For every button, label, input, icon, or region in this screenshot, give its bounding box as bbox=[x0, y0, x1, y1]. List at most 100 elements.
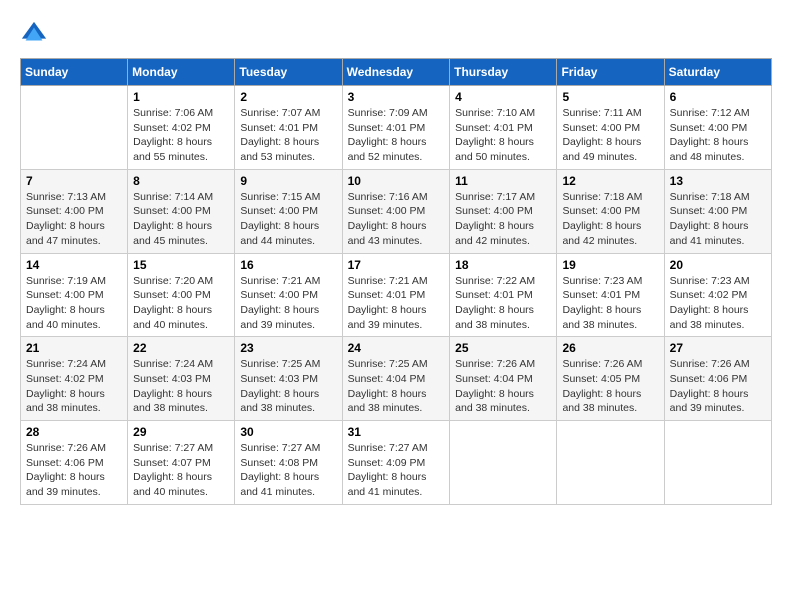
calendar-cell: 11Sunrise: 7:17 AMSunset: 4:00 PMDayligh… bbox=[450, 169, 557, 253]
day-number: 4 bbox=[455, 90, 551, 104]
day-info: Sunrise: 7:15 AMSunset: 4:00 PMDaylight:… bbox=[240, 190, 336, 249]
day-number: 16 bbox=[240, 258, 336, 272]
day-info: Sunrise: 7:12 AMSunset: 4:00 PMDaylight:… bbox=[670, 106, 766, 165]
calendar-cell: 24 Sunrise: 7:25 AMSunset: 4:04 PMDayligh… bbox=[342, 337, 450, 421]
day-info: Sunrise: 7:18 AMSunset: 4:00 PMDaylight:… bbox=[670, 190, 766, 249]
day-info: Sunrise: 7:19 AMSunset: 4:00 PMDaylight:… bbox=[26, 274, 122, 333]
calendar-cell: 17Sunrise: 7:21 AMSunset: 4:01 PMDayligh… bbox=[342, 253, 450, 337]
day-info: Sunrise: 7:18 AMSunset: 4:00 PMDaylight:… bbox=[562, 190, 658, 249]
day-number: 14 bbox=[26, 258, 122, 272]
calendar-cell: 31 Sunrise: 7:27 AMSunset: 4:09 PMDayligh… bbox=[342, 421, 450, 505]
calendar-cell: 1 Sunrise: 7:06 AMSunset: 4:02 PMDaylight… bbox=[128, 86, 235, 170]
calendar-cell: 26Sunrise: 7:26 AMSunset: 4:05 PMDayligh… bbox=[557, 337, 664, 421]
calendar-cell: 27 Sunrise: 7:26 AMSunset: 4:06 PMDayligh… bbox=[664, 337, 771, 421]
day-number: 1 bbox=[133, 90, 229, 104]
logo-icon bbox=[20, 20, 48, 48]
weekday-header-monday: Monday bbox=[128, 59, 235, 86]
calendar-cell: 15 Sunrise: 7:20 AMSunset: 4:00 PMDayligh… bbox=[128, 253, 235, 337]
day-info: Sunrise: 7:22 AMSunset: 4:01 PMDaylight:… bbox=[455, 274, 551, 333]
day-number: 10 bbox=[348, 174, 445, 188]
day-info: Sunrise: 7:23 AMSunset: 4:01 PMDaylight:… bbox=[562, 274, 658, 333]
weekday-header-tuesday: Tuesday bbox=[235, 59, 342, 86]
calendar-header-row: SundayMondayTuesdayWednesdayThursdayFrid… bbox=[21, 59, 772, 86]
calendar-cell: 25 Sunrise: 7:26 AMSunset: 4:04 PMDayligh… bbox=[450, 337, 557, 421]
day-number: 15 bbox=[133, 258, 229, 272]
day-number: 21 bbox=[26, 341, 122, 355]
day-number: 23 bbox=[240, 341, 336, 355]
day-number: 26 bbox=[562, 341, 658, 355]
calendar-cell bbox=[450, 421, 557, 505]
calendar-cell: 23 Sunrise: 7:25 AMSunset: 4:03 PMDayligh… bbox=[235, 337, 342, 421]
day-info: Sunrise: 7:06 AMSunset: 4:02 PMDaylight:… bbox=[133, 106, 229, 165]
day-number: 29 bbox=[133, 425, 229, 439]
day-number: 13 bbox=[670, 174, 766, 188]
day-number: 30 bbox=[240, 425, 336, 439]
logo bbox=[20, 20, 52, 48]
day-info: Sunrise: 7:07 AMSunset: 4:01 PMDaylight:… bbox=[240, 106, 336, 165]
day-info: Sunrise: 7:25 AMSunset: 4:03 PMDaylight:… bbox=[240, 357, 336, 416]
day-info: Sunrise: 7:24 AMSunset: 4:02 PMDaylight:… bbox=[26, 357, 122, 416]
day-number: 9 bbox=[240, 174, 336, 188]
calendar-cell bbox=[664, 421, 771, 505]
day-number: 12 bbox=[562, 174, 658, 188]
day-number: 8 bbox=[133, 174, 229, 188]
calendar-cell: 18 Sunrise: 7:22 AMSunset: 4:01 PMDayligh… bbox=[450, 253, 557, 337]
day-info: Sunrise: 7:13 AMSunset: 4:00 PMDaylight:… bbox=[26, 190, 122, 249]
weekday-header-thursday: Thursday bbox=[450, 59, 557, 86]
calendar-cell: 16 Sunrise: 7:21 AMSunset: 4:00 PMDayligh… bbox=[235, 253, 342, 337]
calendar-week-row: 28 Sunrise: 7:26 AMSunset: 4:06 PMDayligh… bbox=[21, 421, 772, 505]
calendar-cell bbox=[21, 86, 128, 170]
day-info: Sunrise: 7:16 AMSunset: 4:00 PMDaylight:… bbox=[348, 190, 445, 249]
calendar-cell: 2 Sunrise: 7:07 AMSunset: 4:01 PMDaylight… bbox=[235, 86, 342, 170]
calendar-cell: 29Sunrise: 7:27 AMSunset: 4:07 PMDayligh… bbox=[128, 421, 235, 505]
day-info: Sunrise: 7:27 AMSunset: 4:09 PMDaylight:… bbox=[348, 441, 445, 500]
day-info: Sunrise: 7:09 AMSunset: 4:01 PMDaylight:… bbox=[348, 106, 445, 165]
calendar-week-row: 14 Sunrise: 7:19 AMSunset: 4:00 PMDayligh… bbox=[21, 253, 772, 337]
calendar-cell: 21 Sunrise: 7:24 AMSunset: 4:02 PMDayligh… bbox=[21, 337, 128, 421]
page-header bbox=[20, 20, 772, 48]
calendar-cell: 30 Sunrise: 7:27 AMSunset: 4:08 PMDayligh… bbox=[235, 421, 342, 505]
day-number: 20 bbox=[670, 258, 766, 272]
calendar-cell bbox=[557, 421, 664, 505]
day-number: 18 bbox=[455, 258, 551, 272]
day-info: Sunrise: 7:23 AMSunset: 4:02 PMDaylight:… bbox=[670, 274, 766, 333]
calendar-week-row: 21 Sunrise: 7:24 AMSunset: 4:02 PMDayligh… bbox=[21, 337, 772, 421]
day-info: Sunrise: 7:27 AMSunset: 4:08 PMDaylight:… bbox=[240, 441, 336, 500]
calendar-cell: 3 Sunrise: 7:09 AMSunset: 4:01 PMDaylight… bbox=[342, 86, 450, 170]
calendar-cell: 19 Sunrise: 7:23 AMSunset: 4:01 PMDayligh… bbox=[557, 253, 664, 337]
day-info: Sunrise: 7:21 AMSunset: 4:00 PMDaylight:… bbox=[240, 274, 336, 333]
day-number: 2 bbox=[240, 90, 336, 104]
day-info: Sunrise: 7:20 AMSunset: 4:00 PMDaylight:… bbox=[133, 274, 229, 333]
weekday-header-friday: Friday bbox=[557, 59, 664, 86]
day-info: Sunrise: 7:26 AMSunset: 4:04 PMDaylight:… bbox=[455, 357, 551, 416]
calendar-cell: 4Sunrise: 7:10 AMSunset: 4:01 PMDaylight… bbox=[450, 86, 557, 170]
calendar-week-row: 1 Sunrise: 7:06 AMSunset: 4:02 PMDaylight… bbox=[21, 86, 772, 170]
day-number: 27 bbox=[670, 341, 766, 355]
calendar-cell: 12 Sunrise: 7:18 AMSunset: 4:00 PMDayligh… bbox=[557, 169, 664, 253]
day-number: 6 bbox=[670, 90, 766, 104]
calendar-cell: 9 Sunrise: 7:15 AMSunset: 4:00 PMDaylight… bbox=[235, 169, 342, 253]
calendar-cell: 7 Sunrise: 7:13 AMSunset: 4:00 PMDaylight… bbox=[21, 169, 128, 253]
day-number: 31 bbox=[348, 425, 445, 439]
calendar-cell: 8Sunrise: 7:14 AMSunset: 4:00 PMDaylight… bbox=[128, 169, 235, 253]
calendar-week-row: 7 Sunrise: 7:13 AMSunset: 4:00 PMDaylight… bbox=[21, 169, 772, 253]
calendar-cell: 6 Sunrise: 7:12 AMSunset: 4:00 PMDaylight… bbox=[664, 86, 771, 170]
calendar-cell: 14 Sunrise: 7:19 AMSunset: 4:00 PMDayligh… bbox=[21, 253, 128, 337]
day-info: Sunrise: 7:25 AMSunset: 4:04 PMDaylight:… bbox=[348, 357, 445, 416]
day-info: Sunrise: 7:26 AMSunset: 4:06 PMDaylight:… bbox=[670, 357, 766, 416]
calendar-cell: 13 Sunrise: 7:18 AMSunset: 4:00 PMDayligh… bbox=[664, 169, 771, 253]
calendar-cell: 28 Sunrise: 7:26 AMSunset: 4:06 PMDayligh… bbox=[21, 421, 128, 505]
weekday-header-sunday: Sunday bbox=[21, 59, 128, 86]
day-info: Sunrise: 7:26 AMSunset: 4:06 PMDaylight:… bbox=[26, 441, 122, 500]
day-number: 7 bbox=[26, 174, 122, 188]
weekday-header-wednesday: Wednesday bbox=[342, 59, 450, 86]
day-number: 19 bbox=[562, 258, 658, 272]
day-number: 22 bbox=[133, 341, 229, 355]
day-number: 25 bbox=[455, 341, 551, 355]
day-info: Sunrise: 7:17 AMSunset: 4:00 PMDaylight:… bbox=[455, 190, 551, 249]
day-info: Sunrise: 7:24 AMSunset: 4:03 PMDaylight:… bbox=[133, 357, 229, 416]
day-number: 3 bbox=[348, 90, 445, 104]
day-number: 24 bbox=[348, 341, 445, 355]
calendar-cell: 20 Sunrise: 7:23 AMSunset: 4:02 PMDayligh… bbox=[664, 253, 771, 337]
day-number: 28 bbox=[26, 425, 122, 439]
